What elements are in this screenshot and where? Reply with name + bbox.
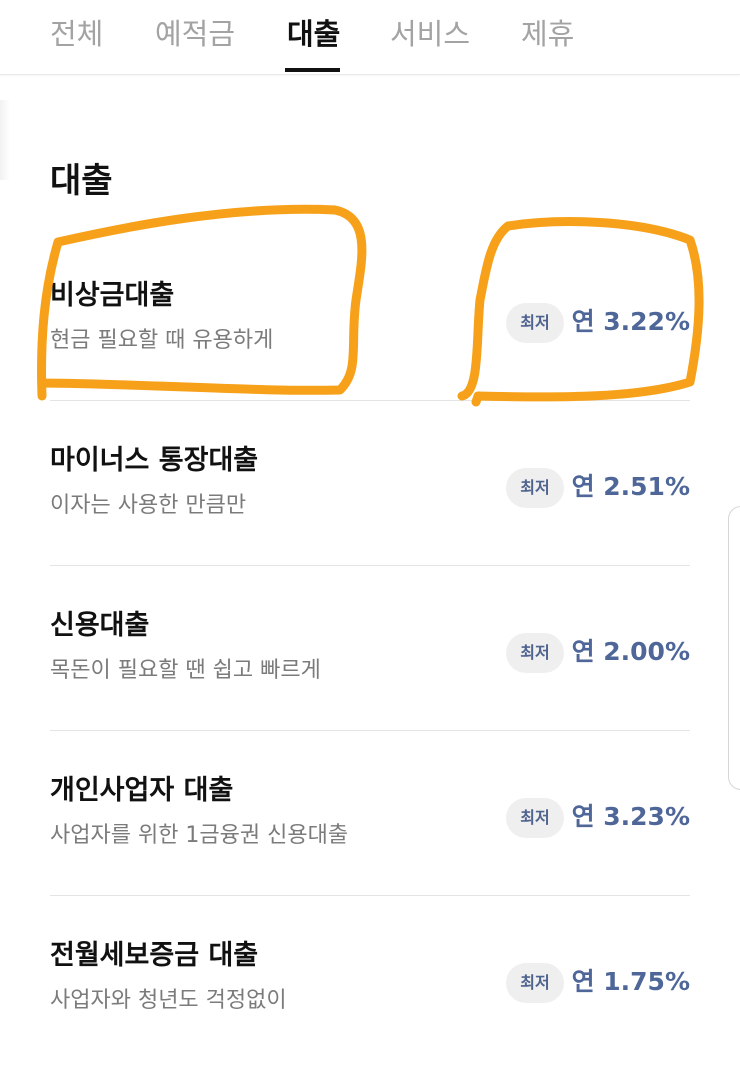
lowest-rate-badge: 최저: [506, 633, 564, 673]
interest-rate: 연 1.75%: [571, 967, 690, 996]
loan-product-list: 비상금대출 현금 필요할 때 유용하게 최저 연 3.22% 마이너스 통장대출…: [50, 236, 690, 1060]
loan-description: 이자는 사용한 만큼만: [50, 493, 247, 518]
loan-item-emergency[interactable]: 비상금대출 현금 필요할 때 유용하게 최저 연 3.22%: [50, 236, 690, 401]
loan-name: 마이너스 통장대출: [50, 445, 259, 476]
interest-rate: 연 2.51%: [571, 472, 690, 501]
loan-description: 사업자를 위한 1금융권 신용대출: [50, 823, 349, 848]
active-tab-indicator: [285, 68, 340, 72]
lowest-rate-badge: 최저: [506, 303, 564, 343]
section-title: 대출: [50, 161, 113, 201]
loan-description: 현금 필요할 때 유용하게: [50, 328, 274, 353]
interest-rate: 연 3.23%: [571, 802, 690, 831]
loan-item-credit[interactable]: 신용대출 목돈이 필요할 땐 쉽고 빠르게 최저 연 2.00%: [50, 566, 690, 731]
tab-all[interactable]: 전체: [50, 14, 103, 54]
scroll-indicator[interactable]: [728, 506, 740, 790]
loan-name: 신용대출: [50, 610, 150, 641]
loan-name: 개인사업자 대출: [50, 775, 234, 806]
lowest-rate-badge: 최저: [506, 798, 564, 838]
loan-name: 전월세보증금 대출: [50, 940, 259, 971]
loan-item-jeonse[interactable]: 전월세보증금 대출 사업자와 청년도 걱정없이 최저 연 1.75%: [50, 896, 690, 1060]
loan-name: 비상금대출: [50, 280, 175, 311]
loan-description: 사업자와 청년도 걱정없이: [50, 988, 287, 1013]
tab-service[interactable]: 서비스: [390, 14, 470, 54]
tab-loan[interactable]: 대출: [287, 14, 340, 54]
loan-item-business[interactable]: 개인사업자 대출 사업자를 위한 1금융권 신용대출 최저 연 3.23%: [50, 731, 690, 896]
tab-savings[interactable]: 예적금: [155, 14, 235, 54]
interest-rate: 연 2.00%: [571, 637, 690, 666]
lowest-rate-badge: 최저: [506, 963, 564, 1003]
interest-rate: 연 3.22%: [571, 307, 690, 336]
edge-shadow: [0, 100, 10, 180]
category-tab-bar: 전체 예적금 대출 서비스 제휴: [0, 0, 740, 75]
loan-description: 목돈이 필요할 땐 쉽고 빠르게: [50, 658, 321, 683]
loan-item-overdraft[interactable]: 마이너스 통장대출 이자는 사용한 만큼만 최저 연 2.51%: [50, 401, 690, 566]
lowest-rate-badge: 최저: [506, 468, 564, 508]
tab-partnership[interactable]: 제휴: [521, 14, 574, 54]
